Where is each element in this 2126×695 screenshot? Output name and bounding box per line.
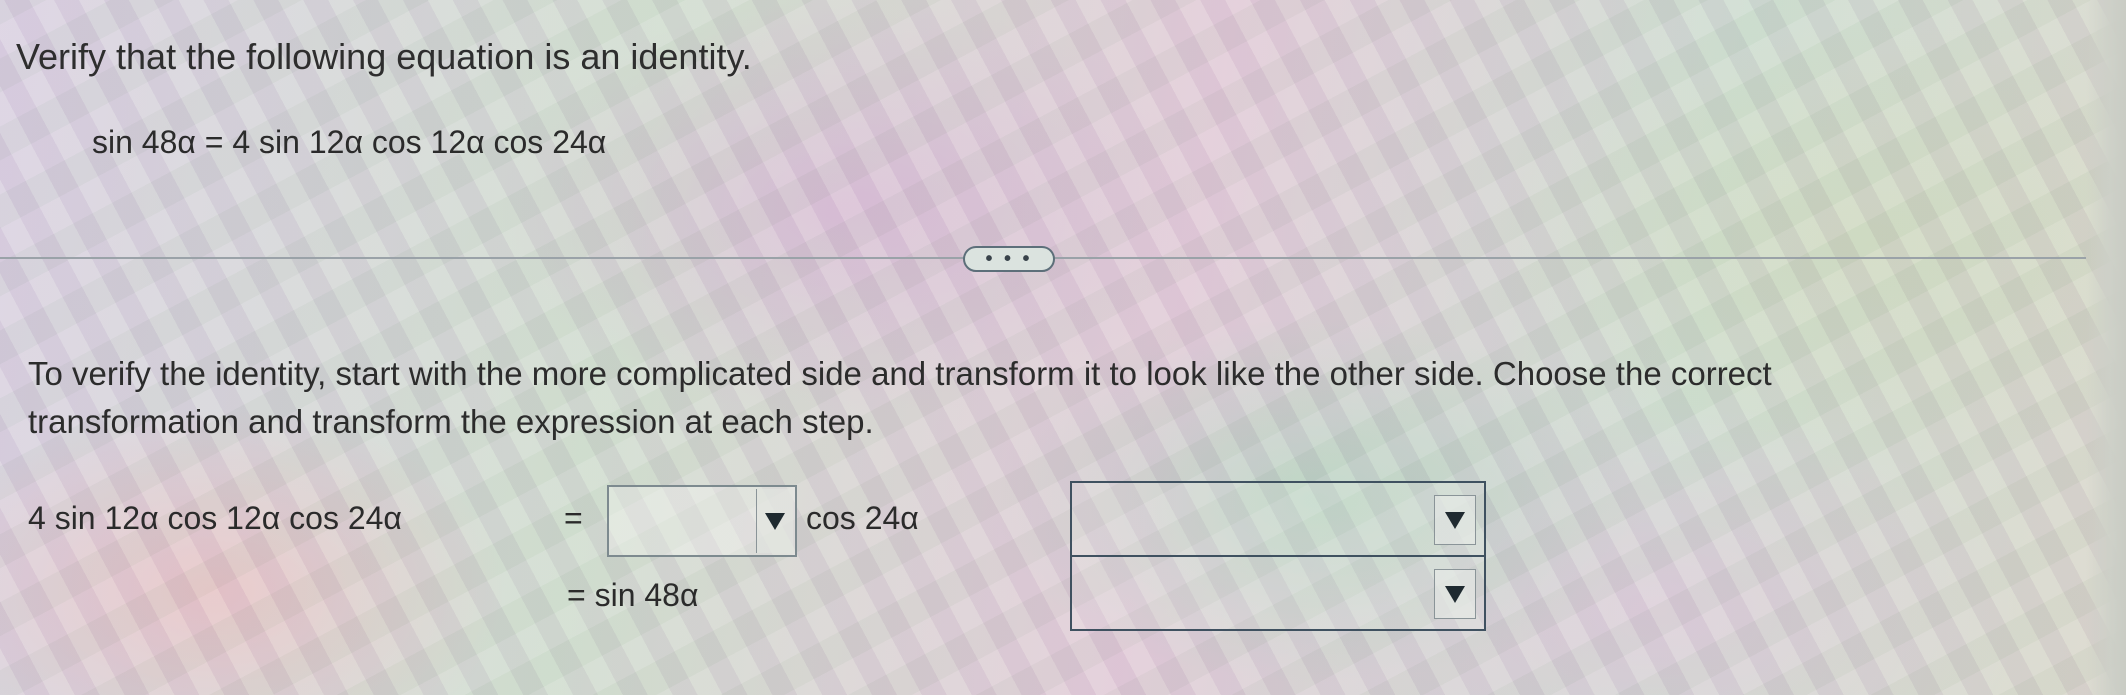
left-expression: 4 sin 12α cos 12α cos 24α <box>28 500 402 536</box>
step1-reason-dropdown[interactable] <box>1070 481 1486 557</box>
step2-result: = sin 48α <box>567 577 699 613</box>
identity-equation: sin 48α = 4 sin 12α cos 12α cos 24α <box>92 124 607 160</box>
expand-button[interactable]: • • • <box>963 246 1055 272</box>
triangle-down-icon[interactable] <box>1434 495 1476 545</box>
equals-sign: = <box>564 500 583 536</box>
problem-title: Verify that the following equation is an… <box>16 36 752 77</box>
instructions-text: To verify the identity, start with the m… <box>28 355 1772 440</box>
triangle-down-icon[interactable] <box>1434 569 1476 619</box>
triangle-down-icon[interactable] <box>756 489 793 553</box>
background-pattern <box>0 0 2126 695</box>
step1-expression-dropdown[interactable] <box>607 485 797 557</box>
step2-reason-dropdown[interactable] <box>1070 555 1486 631</box>
screen-bezel <box>2086 0 2126 695</box>
step1-suffix: cos 24α <box>806 500 919 536</box>
